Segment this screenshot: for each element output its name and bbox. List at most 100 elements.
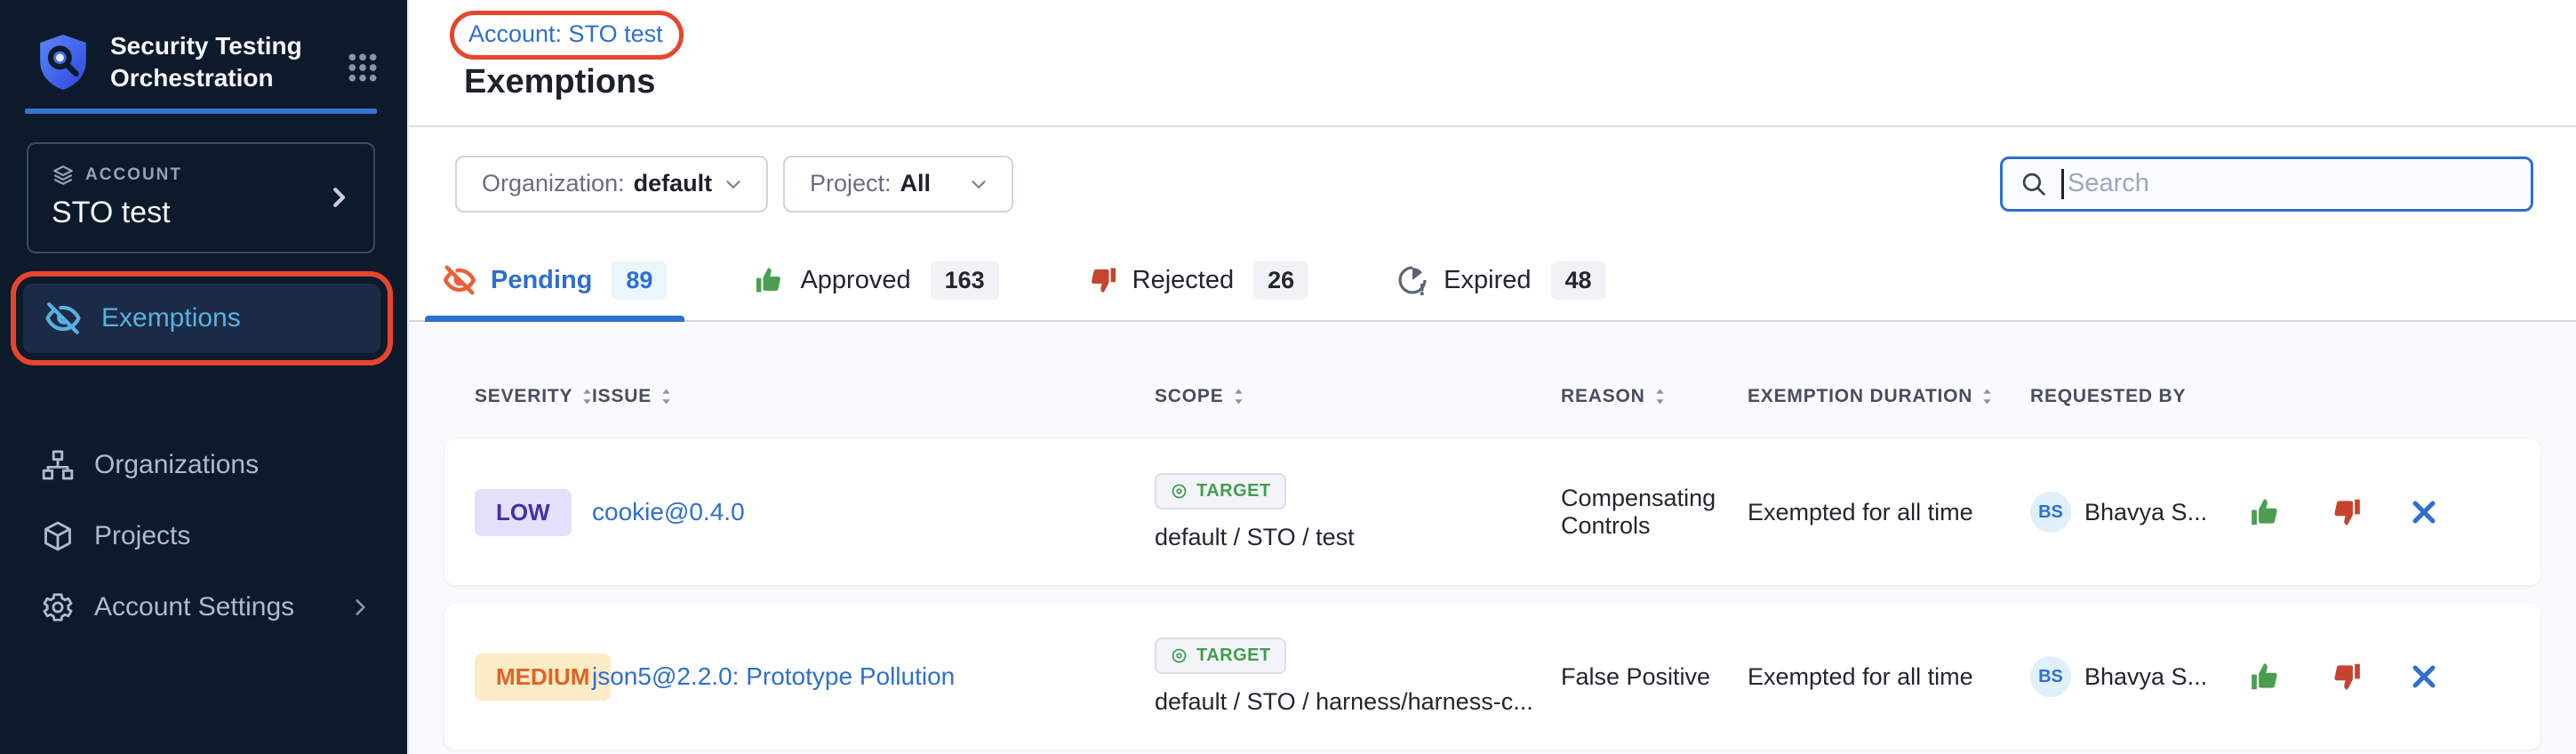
issue-link[interactable]: json5@2.2.0: Prototype Pollution: [592, 662, 955, 690]
sort-icon[interactable]: [660, 387, 672, 406]
app-logo-row: Security Testing Orchestration: [0, 0, 407, 94]
tab-label: Pending: [491, 266, 592, 295]
eye-off-icon: [443, 263, 476, 297]
timer-expired-icon: [1396, 263, 1429, 297]
row-actions: [2249, 495, 2540, 529]
organization-dropdown-label: Organization:: [482, 170, 625, 197]
project-dropdown[interactable]: Project: All: [783, 156, 1013, 213]
account-scope-card[interactable]: ACCOUNT STO test: [27, 142, 375, 253]
avatar: BS: [2030, 656, 2071, 697]
filter-bar: Organization: default Project: All: [409, 127, 2576, 240]
gear-icon: [41, 590, 75, 624]
tab-label: Approved: [800, 266, 910, 295]
dismiss-button[interactable]: [2409, 497, 2439, 527]
org-hierarchy-icon: [41, 448, 75, 482]
status-tabs: Pending 89 Approved 163 Rejected 26: [409, 240, 2576, 322]
tab-expired[interactable]: Expired 48: [1390, 240, 1611, 320]
breadcrumb[interactable]: Account: STO test: [468, 20, 663, 47]
sidebar-nav-list: Organizations Projects Account Settings: [0, 429, 407, 643]
shield-search-logo-icon: [36, 30, 91, 92]
reason-cell: Compensating Controls: [1561, 485, 1748, 540]
column-header-severity[interactable]: SEVERITY: [444, 386, 592, 407]
sidebar-item-label: Account Settings: [94, 592, 294, 622]
organization-dropdown-value: default: [634, 170, 713, 197]
duration-cell: Exempted for all time: [1748, 499, 2030, 526]
search-input[interactable]: [2068, 169, 2515, 198]
column-header-scope[interactable]: SCOPE: [1155, 386, 1561, 407]
exemptions-annotation-highlight: Exemptions: [11, 271, 393, 365]
column-header-exemption-duration[interactable]: EXEMPTION DURATION: [1748, 386, 2030, 407]
table-row[interactable]: MEDIUM json5@2.2.0: Prototype Pollution …: [444, 604, 2540, 750]
logo-underline: [25, 108, 377, 114]
requester-name: Bhavya S...: [2084, 663, 2207, 691]
column-label: SEVERITY: [475, 386, 572, 407]
column-header-issue[interactable]: ISSUE: [592, 386, 1155, 407]
reject-button[interactable]: [2329, 660, 2363, 694]
sidebar-item-label: Projects: [94, 521, 190, 551]
account-name: STO test: [52, 196, 350, 230]
project-dropdown-value: All: [900, 170, 932, 197]
chevron-right-icon: [348, 596, 372, 619]
avatar: BS: [2030, 492, 2071, 533]
tab-pending[interactable]: Pending 89: [437, 240, 672, 320]
duration-cell: Exempted for all time: [1748, 663, 2030, 691]
project-dropdown-label: Project:: [810, 170, 892, 197]
sort-icon[interactable]: [1981, 387, 1993, 406]
sidebar: Security Testing Orchestration ACCOUNT S…: [0, 0, 409, 754]
organization-dropdown[interactable]: Organization: default: [455, 156, 768, 213]
requested-by-cell: BS Bhavya S...: [2030, 656, 2249, 697]
page-header: Account: STO test Exemptions: [409, 0, 2576, 127]
page-title: Exemptions: [464, 63, 2576, 101]
scope-type-chip: TARGET: [1155, 638, 1286, 674]
tab-rejected[interactable]: Rejected 26: [1081, 240, 1315, 320]
sort-icon[interactable]: [1654, 387, 1666, 406]
sidebar-item-organizations[interactable]: Organizations: [0, 429, 407, 501]
approve-button[interactable]: [2249, 495, 2283, 529]
main-content: Account: STO test Exemptions Organizatio…: [409, 0, 2576, 754]
app-switcher-grid-icon[interactable]: [345, 50, 380, 85]
tab-count-badge: 89: [612, 261, 667, 300]
sort-icon[interactable]: [1233, 387, 1244, 406]
tab-label: Rejected: [1132, 266, 1234, 295]
issue-link[interactable]: cookie@0.4.0: [592, 498, 745, 525]
search-box: [2000, 156, 2533, 212]
requester-name: Bhavya S...: [2084, 499, 2207, 526]
reject-button[interactable]: [2329, 495, 2363, 529]
severity-cell: MEDIUM: [444, 654, 592, 701]
exemptions-table: SEVERITY ISSUE SCOPE REASON: [409, 322, 2576, 754]
breadcrumb-annotation-highlight: Account: STO test: [450, 11, 684, 60]
thumbs-down-icon: [1086, 264, 1118, 296]
tab-approved[interactable]: Approved 163: [748, 240, 1004, 320]
dismiss-button[interactable]: [2409, 662, 2439, 692]
scope-type-label: TARGET: [1196, 481, 1271, 501]
layers-icon: [52, 164, 75, 187]
sidebar-item-account-settings[interactable]: Account Settings: [0, 572, 407, 643]
search-icon: [2019, 169, 2049, 199]
column-label: EXEMPTION DURATION: [1748, 386, 1972, 407]
column-header-requested-by: REQUESTED BY: [2030, 386, 2249, 407]
scope-path: default / STO / harness/harness-c...: [1155, 688, 1533, 716]
column-header-reason[interactable]: REASON: [1561, 386, 1748, 407]
text-cursor: [2061, 169, 2064, 199]
tab-count-badge: 48: [1551, 261, 1606, 300]
sidebar-item-label: Organizations: [94, 450, 259, 480]
issue-cell: cookie@0.4.0: [592, 498, 1155, 526]
scope-type-chip: TARGET: [1155, 473, 1286, 509]
chevron-down-icon: [722, 172, 745, 196]
issue-cell: json5@2.2.0: Prototype Pollution: [592, 662, 1155, 691]
tab-label: Expired: [1444, 266, 1531, 295]
column-label: ISSUE: [592, 386, 652, 407]
chevron-down-icon: [967, 172, 990, 196]
scope-path: default / STO / test: [1155, 524, 1355, 551]
chevron-right-icon: [325, 184, 352, 211]
scope-cell: TARGET default / STO / test: [1155, 473, 1561, 551]
approve-button[interactable]: [2249, 660, 2283, 694]
sidebar-item-projects[interactable]: Projects: [0, 501, 407, 572]
sidebar-item-label: Exemptions: [101, 303, 241, 333]
table-row[interactable]: LOW cookie@0.4.0 TARGET default / STO / …: [444, 439, 2540, 585]
sidebar-item-exemptions[interactable]: Exemptions: [23, 284, 380, 353]
column-label: REASON: [1561, 386, 1645, 407]
reason-cell: False Positive: [1561, 663, 1748, 691]
scope-cell: TARGET default / STO / harness/harness-c…: [1155, 638, 1561, 716]
tab-count-badge: 26: [1253, 261, 1308, 300]
